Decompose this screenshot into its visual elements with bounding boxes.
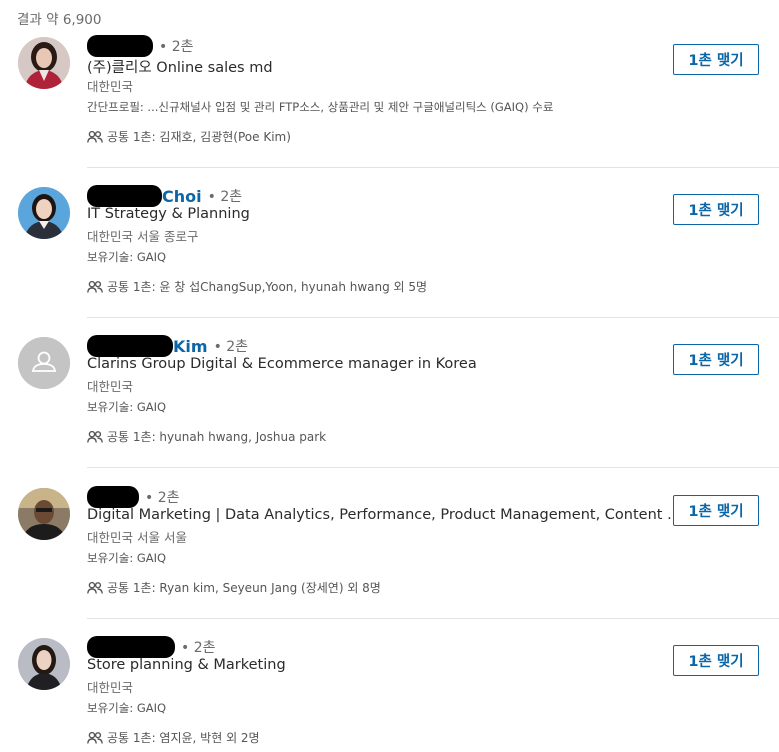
mutual-connections-text: 공통 1촌: Ryan kim, Seyeun Jang (장세연) 외 8명 bbox=[107, 581, 381, 595]
connect-button[interactable]: 1촌 맺기 bbox=[673, 495, 759, 526]
list-item: • 2촌 Store planning & Marketing 대한민국 보유기… bbox=[0, 601, 779, 751]
people-icon bbox=[87, 731, 103, 744]
location: 대한민국 bbox=[87, 379, 134, 394]
name-row: • 2촌 bbox=[87, 635, 216, 659]
location: 대한민국 서울 종로구 bbox=[87, 229, 199, 244]
member-name[interactable]: Kim bbox=[173, 337, 208, 356]
people-icon bbox=[87, 581, 103, 594]
profile-snippet: 보유기술: GAIQ bbox=[87, 551, 167, 565]
connect-button[interactable]: 1촌 맺기 bbox=[673, 344, 759, 375]
connect-button[interactable]: 1촌 맺기 bbox=[673, 194, 759, 225]
name-row: Kim • 2촌 bbox=[87, 334, 248, 358]
people-icon bbox=[87, 430, 103, 443]
list-item: Kim • 2촌 Clarins Group Digital & Ecommer… bbox=[0, 300, 779, 468]
profile-photo[interactable] bbox=[18, 37, 70, 89]
profile-snippet: 보유기술: GAIQ bbox=[87, 701, 167, 715]
profile-photo[interactable] bbox=[18, 187, 70, 239]
headline: Digital Marketing | Data Analytics, Perf… bbox=[87, 507, 681, 523]
location: 대한민국 bbox=[87, 680, 134, 695]
headline: Store planning & Marketing bbox=[87, 657, 286, 673]
connection-degree: • 2촌 bbox=[207, 189, 243, 205]
redacted-name bbox=[87, 486, 139, 508]
people-icon bbox=[87, 130, 103, 143]
list-item: Choi • 2촌 IT Strategy & Planning 대한민국 서울… bbox=[0, 150, 779, 318]
redacted-name bbox=[87, 35, 153, 57]
connection-degree: • 2촌 bbox=[159, 39, 194, 55]
profile-snippet: 간단프로필: ...신규채널사 입점 및 관리 FTP소스, 상품관리 및 제안… bbox=[87, 100, 554, 114]
mutual-connections[interactable]: 공통 1촌: hyunah hwang, Joshua park bbox=[87, 428, 326, 445]
name-row: Choi • 2촌 bbox=[87, 184, 242, 208]
location: 대한민국 서울 서울 bbox=[87, 530, 187, 545]
profile-snippet: 보유기술: GAIQ bbox=[87, 250, 167, 264]
headline: (주)클리오 Online sales md bbox=[87, 60, 273, 76]
connection-degree: • 2촌 bbox=[181, 640, 216, 656]
mutual-connections-text: 공통 1촌: 김재호, 김광현(Poe Kim) bbox=[107, 130, 291, 144]
headline: IT Strategy & Planning bbox=[87, 206, 250, 222]
mutual-connections-text: 공통 1촌: hyunah hwang, Joshua park bbox=[107, 430, 327, 444]
mutual-connections[interactable]: 공통 1촌: 김재호, 김광현(Poe Kim) bbox=[87, 128, 291, 145]
mutual-connections[interactable]: 공통 1촌: Ryan kim, Seyeun Jang (장세연) 외 8명 bbox=[87, 579, 381, 596]
profile-photo[interactable] bbox=[18, 488, 70, 540]
name-row: • 2촌 bbox=[87, 34, 194, 58]
redacted-name bbox=[87, 636, 175, 658]
member-name[interactable]: Choi bbox=[162, 187, 202, 206]
profile-photo[interactable] bbox=[18, 638, 70, 690]
people-icon bbox=[87, 280, 103, 293]
location: 대한민국 bbox=[87, 79, 134, 94]
list-item: • 2촌 Digital Marketing | Data Analytics,… bbox=[0, 451, 779, 619]
redacted-name bbox=[87, 335, 173, 357]
mutual-connections[interactable]: 공통 1촌: 윤 창 섭ChangSup,Yoon, hyunah hwang … bbox=[87, 278, 427, 295]
default-person-icon[interactable] bbox=[18, 337, 70, 389]
profile-snippet: 보유기술: GAIQ bbox=[87, 400, 167, 414]
name-row: • 2촌 bbox=[87, 485, 180, 509]
redacted-name bbox=[87, 185, 162, 207]
headline: Clarins Group Digital & Ecommerce manage… bbox=[87, 356, 477, 372]
connect-button[interactable]: 1촌 맺기 bbox=[673, 645, 759, 676]
mutual-connections[interactable]: 공통 1촌: 염지윤, 박현 외 2명 bbox=[87, 729, 260, 746]
mutual-connections-text: 공통 1촌: 염지윤, 박현 외 2명 bbox=[107, 731, 260, 745]
connection-degree: • 2촌 bbox=[145, 490, 180, 506]
connection-degree: • 2촌 bbox=[213, 339, 249, 355]
list-item: • 2촌 (주)클리오 Online sales md 대한민국 간단프로필: … bbox=[0, 0, 779, 168]
mutual-connections-text: 공통 1촌: 윤 창 섭ChangSup,Yoon, hyunah hwang … bbox=[107, 280, 428, 294]
connect-button[interactable]: 1촌 맺기 bbox=[673, 44, 759, 75]
